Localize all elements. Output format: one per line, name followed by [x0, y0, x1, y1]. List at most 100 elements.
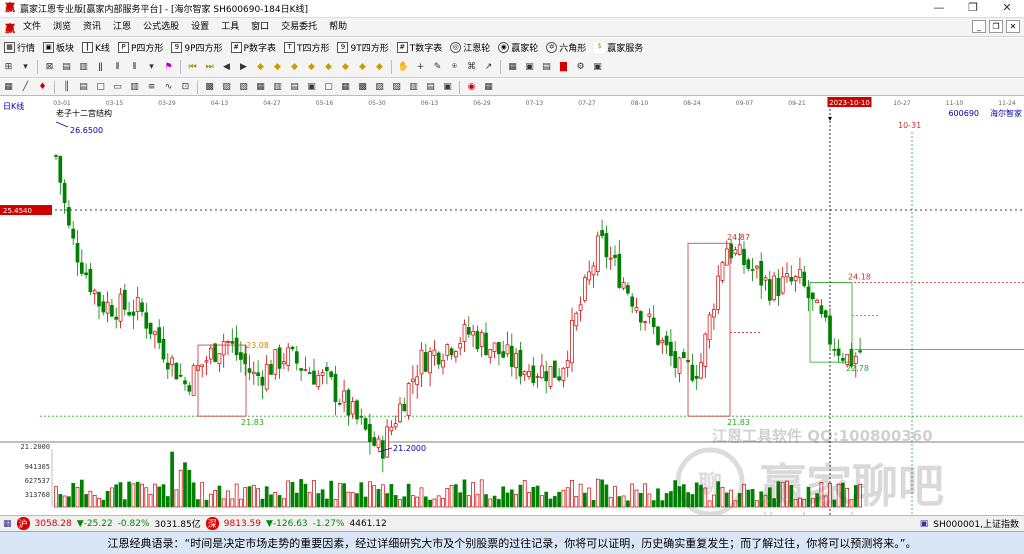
- tb3-chart4-icon[interactable]: ▦: [254, 81, 267, 94]
- save-icon[interactable]: ▣: [523, 61, 536, 74]
- candle-body: [759, 260, 764, 286]
- sh-badge-icon[interactable]: 沪: [16, 517, 30, 530]
- tb3-bars2-icon[interactable]: ▥: [128, 81, 141, 94]
- sh-grid-icon[interactable]: ▦: [3, 519, 12, 529]
- diamond7-icon[interactable]: ◆: [356, 61, 369, 74]
- minimize-icon[interactable]: —: [922, 0, 956, 17]
- tb3-chart15-icon[interactable]: ▣: [441, 81, 454, 94]
- menu-tools[interactable]: 工具: [215, 18, 245, 36]
- tb3-mark-icon[interactable]: ♦: [36, 81, 49, 94]
- tb3-chart7-icon[interactable]: ▣: [305, 81, 318, 94]
- bar-icon[interactable]: ▥: [77, 61, 90, 74]
- tb3-chart5-icon[interactable]: ▥: [271, 81, 284, 94]
- sh-index-code[interactable]: SH000001,上证指数: [933, 517, 1019, 530]
- tb-p-number[interactable]: # P数字表: [227, 38, 280, 57]
- camera-icon[interactable]: ▣: [591, 61, 604, 74]
- prev-icon[interactable]: ◀: [220, 61, 233, 74]
- diamond2-icon[interactable]: ◆: [271, 61, 284, 74]
- book-icon[interactable]: ▇: [557, 61, 570, 74]
- menu-trade[interactable]: 交易委托: [275, 18, 323, 36]
- hand-icon[interactable]: ✋: [397, 61, 410, 74]
- tb3-chart14-icon[interactable]: ▤: [424, 81, 437, 94]
- tb-service[interactable]: $ 赢家服务: [590, 38, 647, 57]
- tb-hexagon[interactable]: ✡ 六角形: [542, 38, 590, 57]
- tb3-rect-icon[interactable]: ▭: [111, 81, 124, 94]
- tb3-square-icon[interactable]: □: [94, 81, 107, 94]
- tb3-chart13-icon[interactable]: ▥: [407, 81, 420, 94]
- diamond8-icon[interactable]: ◆: [373, 61, 386, 74]
- tb3-wave-icon[interactable]: ∿: [162, 81, 175, 94]
- diamond4-icon[interactable]: ◆: [305, 61, 318, 74]
- tb3-chart2-icon[interactable]: ▨: [220, 81, 233, 94]
- restore-icon[interactable]: ❐: [956, 0, 990, 17]
- close-icon[interactable]: ✕: [990, 0, 1024, 17]
- tb-quotes[interactable]: ▦ 行情: [0, 38, 39, 57]
- flag-icon[interactable]: ⚑: [162, 61, 175, 74]
- menu-file[interactable]: 文件: [17, 18, 47, 36]
- tb-t-square[interactable]: T T四方形: [280, 38, 334, 57]
- last-icon[interactable]: ⏭: [203, 61, 216, 74]
- fan-icon[interactable]: ⍟: [448, 61, 461, 74]
- kline-chart[interactable]: 03-01 03-15 03-29 04-13 04-27 05-16 05-30 06-13…: [0, 97, 1024, 515]
- tb3-chart12-icon[interactable]: ▧: [390, 81, 403, 94]
- tb3-line-icon[interactable]: ╱: [19, 81, 32, 94]
- candle-body: [755, 265, 759, 269]
- child-minimize-icon[interactable]: _: [972, 20, 986, 33]
- tb3-chart1-icon[interactable]: ▩: [203, 81, 216, 94]
- crosshair-icon[interactable]: +: [414, 61, 427, 74]
- tb-9t-square[interactable]: 9 9T四方形: [333, 38, 392, 57]
- tb3-box-icon[interactable]: ⊡: [179, 81, 192, 94]
- arrow-icon[interactable]: ↗: [482, 61, 495, 74]
- menu-help[interactable]: 帮助: [323, 18, 353, 36]
- tb3-grid-icon[interactable]: ▤: [77, 81, 90, 94]
- tb3-chart9-icon[interactable]: ▦: [339, 81, 352, 94]
- tb3-color-icon[interactable]: ◉: [465, 81, 478, 94]
- tb-9p-square[interactable]: 9 9P四方形: [167, 38, 226, 57]
- tb-gann-wheel[interactable]: ◎ 江恩轮: [446, 38, 494, 57]
- candle-body: [221, 341, 226, 356]
- first-icon[interactable]: ⏮: [186, 61, 199, 74]
- tag-icon[interactable]: ⌘: [465, 61, 478, 74]
- tb-winner-wheel[interactable]: ◉ 赢家轮: [494, 38, 542, 57]
- tb3-chart6-icon[interactable]: ▤: [288, 81, 301, 94]
- tools-icon[interactable]: ⚙: [574, 61, 587, 74]
- dropdown-icon[interactable]: ▾: [145, 61, 158, 74]
- tb3-chart11-icon[interactable]: ▨: [373, 81, 386, 94]
- diamond3-icon[interactable]: ◆: [288, 61, 301, 74]
- menu-settings[interactable]: 设置: [185, 18, 215, 36]
- menu-gann[interactable]: 江恩: [107, 18, 137, 36]
- calc-icon[interactable]: ▦: [506, 61, 519, 74]
- menu-window[interactable]: 窗口: [245, 18, 275, 36]
- chart-type-icon[interactable]: ⊠: [43, 61, 56, 74]
- menu-formula[interactable]: 公式选股: [137, 18, 185, 36]
- select-icon[interactable]: ▾: [19, 61, 32, 74]
- sz-badge-icon[interactable]: 深: [205, 517, 219, 530]
- tb3-table-icon[interactable]: ▦: [2, 81, 15, 94]
- layout-icon[interactable]: ⊞: [2, 61, 15, 74]
- diamond1-icon[interactable]: ◆: [254, 61, 267, 74]
- tb-blocks[interactable]: ▣ 板块: [39, 38, 78, 57]
- child-restore-icon[interactable]: ❐: [989, 20, 1003, 33]
- menu-browse[interactable]: 浏览: [47, 18, 77, 36]
- candle-body: [780, 276, 785, 294]
- child-close-icon[interactable]: ✕: [1006, 20, 1020, 33]
- line-icon[interactable]: ǁ: [94, 61, 107, 74]
- tb-kline[interactable]: ┃ K线: [78, 38, 114, 57]
- tb3-lines-icon[interactable]: ≡: [145, 81, 158, 94]
- tb3-chart8-icon[interactable]: ▢: [322, 81, 335, 94]
- tb3-palette-icon[interactable]: ▦: [482, 81, 495, 94]
- next-icon[interactable]: ▶: [237, 61, 250, 74]
- pen-icon[interactable]: ✎: [431, 61, 444, 74]
- candle-icon[interactable]: ▤: [60, 61, 73, 74]
- diamond6-icon[interactable]: ◆: [339, 61, 352, 74]
- diamond5-icon[interactable]: ◆: [322, 61, 335, 74]
- candle2-icon[interactable]: ⫴: [128, 61, 141, 74]
- indicator-icon[interactable]: ⦀: [111, 61, 124, 74]
- tb3-chart3-icon[interactable]: ▧: [237, 81, 250, 94]
- tb-p-square[interactable]: P P四方形: [114, 38, 167, 57]
- menu-news[interactable]: 资讯: [77, 18, 107, 36]
- tb-t-number[interactable]: # T数字表: [393, 38, 447, 57]
- tb3-bars-icon[interactable]: ║: [60, 81, 73, 94]
- tb3-chart10-icon[interactable]: ▩: [356, 81, 369, 94]
- print-icon[interactable]: ▤: [540, 61, 553, 74]
